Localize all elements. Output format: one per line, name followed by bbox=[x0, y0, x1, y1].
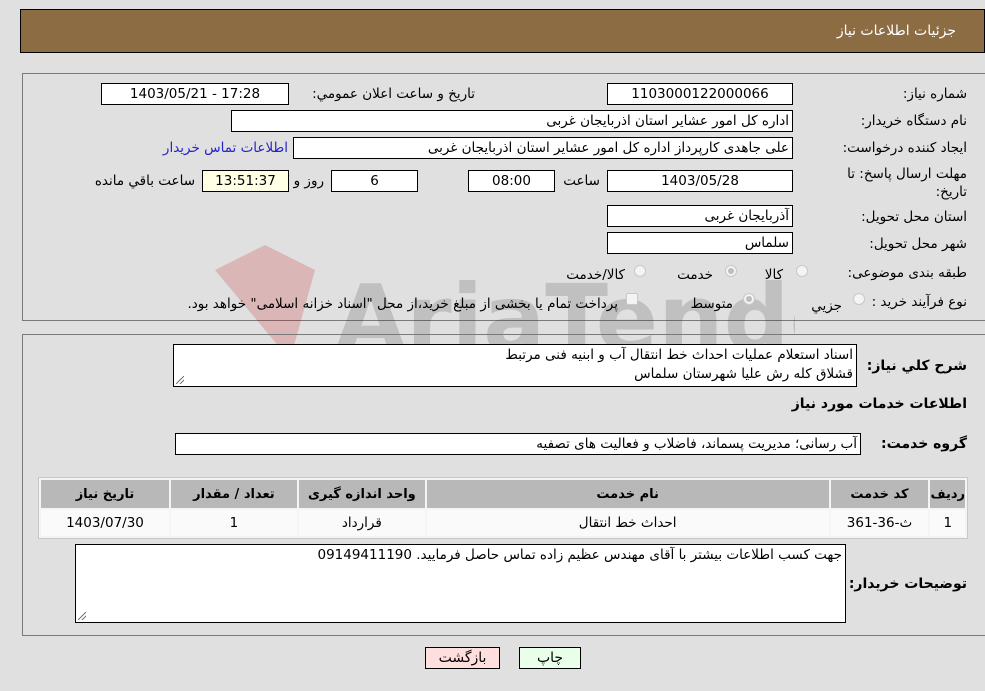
need-number-field: 1103000122000066 bbox=[607, 83, 793, 105]
category-option-goods: کالا bbox=[764, 267, 783, 283]
need-number-label: شماره نیاز: bbox=[902, 86, 967, 102]
category-label: طبقه بندی موضوعی: bbox=[847, 265, 967, 281]
col-need-date: تاریخ نیاز bbox=[41, 480, 169, 508]
cell-unit: قرارداد bbox=[298, 510, 425, 536]
services-table: ردیف کد خدمت نام خدمت واحد اندازه گیری ت… bbox=[38, 477, 968, 539]
deadline-time-label: ساعت bbox=[563, 173, 600, 189]
description-field[interactable]: اسناد استعلام عملیات احداث خط انتقال آب … bbox=[173, 344, 857, 387]
time-remaining-field: 13:51:37 bbox=[202, 170, 289, 192]
cell-quantity: 1 bbox=[170, 510, 297, 536]
description-line-1: اسناد استعلام عملیات احداث خط انتقال آب … bbox=[505, 347, 853, 363]
province-label: استان محل تحویل: bbox=[861, 209, 967, 225]
col-service-name: نام خدمت bbox=[426, 480, 829, 508]
buyer-contact-link[interactable]: اطلاعات تماس خریدار bbox=[163, 140, 288, 156]
city-field: سلماس bbox=[607, 232, 793, 254]
treasury-note: پرداخت تمام یا بخشی از مبلغ خرید،از محل … bbox=[187, 296, 618, 312]
purchase-radio-minor[interactable] bbox=[853, 293, 865, 305]
purchase-option-minor: جزیي bbox=[811, 298, 842, 314]
buyer-org-label: نام دستگاه خریدار: bbox=[860, 113, 967, 129]
buyer-org-field: اداره کل امور عشایر استان اذربایجان غربی bbox=[231, 110, 793, 132]
days-label: روز و bbox=[293, 173, 324, 189]
col-row-number: ردیف bbox=[930, 480, 965, 508]
deadline-date-field: 1403/05/28 bbox=[607, 170, 793, 192]
col-unit: واحد اندازه گیری bbox=[298, 480, 425, 508]
purchase-radio-medium[interactable] bbox=[743, 293, 755, 305]
requester-field: علی جاهدی کارپرداز اداره کل امور عشایر ا… bbox=[293, 137, 793, 159]
cell-need-date: 1403/07/30 bbox=[41, 510, 169, 536]
cell-service-code: ث-36-361 bbox=[830, 510, 929, 536]
category-option-service: خدمت bbox=[677, 267, 713, 283]
announce-date-label: تاریخ و ساعت اعلان عمومي: bbox=[312, 86, 475, 102]
col-quantity: تعداد / مقدار bbox=[170, 480, 297, 508]
back-button[interactable]: بازگشت bbox=[425, 647, 500, 669]
buyer-notes-label: توضیحات خریدار: bbox=[848, 576, 967, 592]
col-service-code: کد خدمت bbox=[830, 480, 929, 508]
page-title: جزئیات اطلاعات نیاز bbox=[836, 23, 956, 39]
description-line-2: قشلاق کله رش علیا شهرستان سلماس bbox=[634, 366, 853, 382]
print-button[interactable]: چاپ bbox=[519, 647, 581, 669]
services-section-title: اطلاعات خدمات مورد نیاز bbox=[791, 396, 967, 412]
buyer-notes-field[interactable]: جهت کسب اطلاعات بیشتر با آقای مهندس عظیم… bbox=[75, 544, 846, 623]
category-radio-service[interactable] bbox=[725, 265, 737, 277]
service-group-label: گروه خدمت: bbox=[881, 436, 967, 452]
deadline-label: مهلت ارسال پاسخ: تا تاریخ: bbox=[847, 166, 967, 200]
resize-grip-icon[interactable] bbox=[78, 612, 86, 620]
table-header-row: ردیف کد خدمت نام خدمت واحد اندازه گیری ت… bbox=[41, 480, 965, 508]
resize-grip-icon[interactable] bbox=[176, 376, 184, 384]
cell-row-number: 1 bbox=[930, 510, 965, 536]
service-group-field: آب رسانی؛ مدیریت پسماند، فاضلاب و فعالیت… bbox=[175, 433, 861, 455]
cell-service-name: احداث خط انتقال bbox=[426, 510, 829, 536]
province-field: آذربایجان غربی bbox=[607, 205, 793, 227]
days-remaining-field: 6 bbox=[331, 170, 418, 192]
category-radio-goods-service[interactable] bbox=[634, 265, 646, 277]
buyer-notes-text: جهت کسب اطلاعات بیشتر با آقای مهندس عظیم… bbox=[317, 547, 842, 563]
page-header: جزئیات اطلاعات نیاز bbox=[20, 9, 985, 53]
announce-date-field: 1403/05/21 - 17:28 bbox=[101, 83, 289, 105]
time-remaining-label: ساعت باقي مانده bbox=[94, 173, 195, 189]
table-row: 1 ث-36-361 احداث خط انتقال قرارداد 1 140… bbox=[41, 510, 965, 536]
purchase-option-medium: متوسط bbox=[690, 296, 733, 312]
treasury-checkbox[interactable] bbox=[626, 293, 638, 305]
purchase-type-label: نوع فرآیند خرید : bbox=[871, 294, 967, 310]
category-option-goods-service: کالا/خدمت bbox=[566, 267, 625, 283]
description-label: شرح کلي نیاز: bbox=[866, 358, 967, 374]
city-label: شهر محل تحویل: bbox=[869, 236, 967, 252]
requester-label: ایجاد کننده درخواست: bbox=[842, 140, 967, 156]
deadline-time-field: 08:00 bbox=[468, 170, 555, 192]
category-radio-goods[interactable] bbox=[796, 265, 808, 277]
